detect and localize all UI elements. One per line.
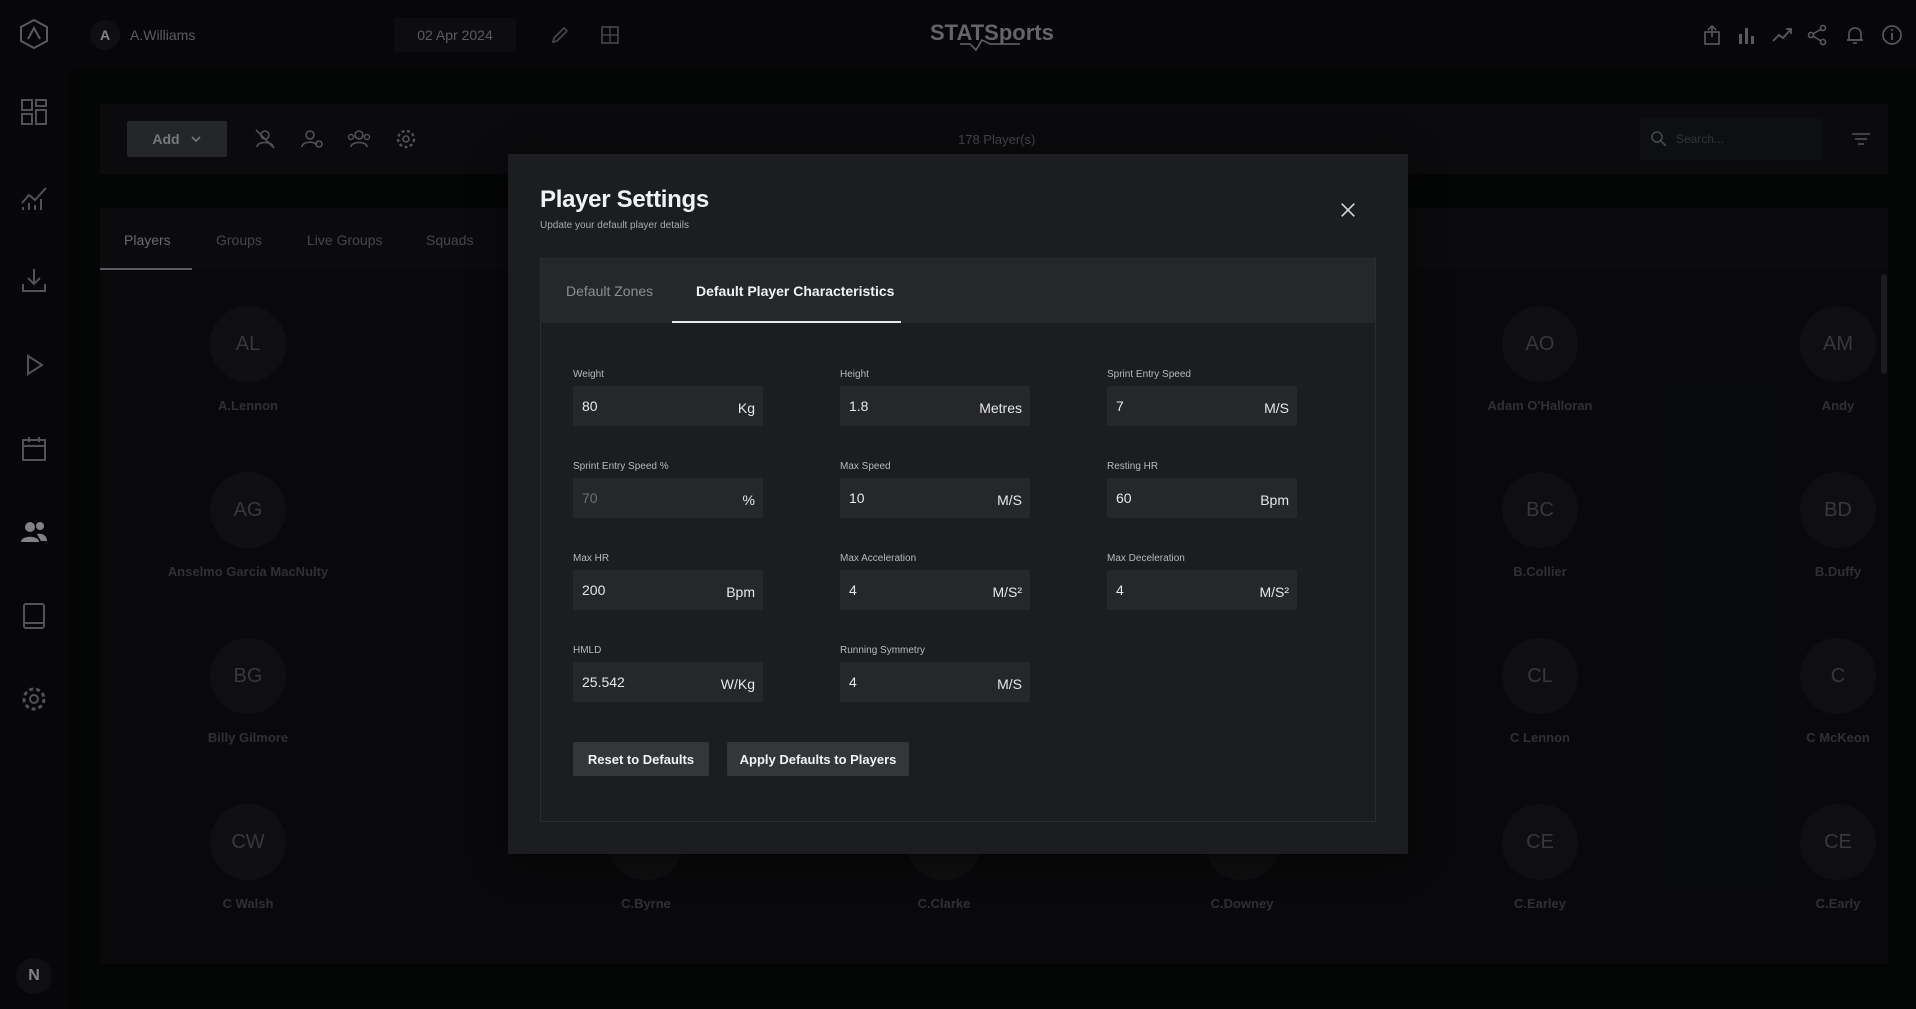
max-acceleration-unit: M/S² bbox=[992, 584, 1022, 600]
modal-subtitle: Update your default player details bbox=[540, 220, 689, 231]
height-field: Height Metres bbox=[840, 369, 1030, 426]
sprint-entry-speed-unit: M/S bbox=[1264, 400, 1289, 416]
height-label: Height bbox=[840, 369, 869, 380]
weight-unit: Kg bbox=[737, 400, 755, 416]
weight-field: Weight Kg bbox=[573, 369, 763, 426]
resting-hr-input[interactable] bbox=[1116, 478, 1236, 518]
sprint-entry-speed-pct-input[interactable] bbox=[582, 478, 702, 518]
max-acceleration-input[interactable] bbox=[849, 570, 969, 610]
running-symmetry-unit: M/S bbox=[997, 676, 1022, 692]
max-deceleration-input[interactable] bbox=[1116, 570, 1236, 610]
player-settings-modal: Player Settings Update your default play… bbox=[508, 154, 1408, 854]
weight-label: Weight bbox=[573, 369, 604, 380]
resting-hr-field: Resting HR Bpm bbox=[1107, 461, 1297, 518]
modal-title: Player Settings bbox=[540, 186, 709, 213]
max-deceleration-label: Max Deceleration bbox=[1107, 553, 1185, 564]
resting-hr-unit: Bpm bbox=[1260, 492, 1289, 508]
sprint-entry-speed-input[interactable] bbox=[1116, 386, 1236, 426]
modal-panel: Default Zones Default Player Characteris… bbox=[540, 258, 1376, 822]
sprint-entry-speed-pct-unit: % bbox=[742, 492, 755, 508]
max-hr-field: Max HR Bpm bbox=[573, 553, 763, 610]
app-root: N A A.Williams 02 Apr 2024 STATSports Ad… bbox=[0, 0, 1916, 1009]
hmld-label: HMLD bbox=[573, 645, 602, 656]
hmld-field: HMLD W/Kg bbox=[573, 645, 763, 702]
running-symmetry-label: Running Symmetry bbox=[840, 645, 926, 656]
apply-defaults-button[interactable]: Apply Defaults to Players bbox=[727, 742, 909, 776]
max-acceleration-label: Max Acceleration bbox=[840, 553, 917, 564]
max-hr-input[interactable] bbox=[582, 570, 702, 610]
hmld-input[interactable] bbox=[582, 662, 702, 702]
max-deceleration-unit: M/S² bbox=[1259, 584, 1289, 600]
resting-hr-label: Resting HR bbox=[1107, 461, 1159, 472]
max-acceleration-field: Max Acceleration M/S² bbox=[840, 553, 1030, 610]
height-unit: Metres bbox=[979, 400, 1022, 416]
running-symmetry-input[interactable] bbox=[849, 662, 969, 702]
sprint-entry-speed-field: Sprint Entry Speed M/S bbox=[1107, 369, 1297, 426]
sprint-entry-speed-label: Sprint Entry Speed bbox=[1107, 369, 1191, 380]
max-speed-field: Max Speed M/S bbox=[840, 461, 1030, 518]
hmld-unit: W/Kg bbox=[720, 676, 755, 692]
max-deceleration-field: Max Deceleration M/S² bbox=[1107, 553, 1297, 610]
height-input[interactable] bbox=[849, 386, 969, 426]
modal-tabs: Default Zones Default Player Characteris… bbox=[541, 259, 1375, 323]
tab-default-zones[interactable]: Default Zones bbox=[566, 259, 653, 323]
running-symmetry-field: Running Symmetry M/S bbox=[840, 645, 1030, 702]
tab-default-player-characteristics[interactable]: Default Player Characteristics bbox=[696, 259, 894, 323]
sprint-entry-speed-pct-field: Sprint Entry Speed % % bbox=[573, 461, 763, 518]
sprint-entry-speed-pct-label: Sprint Entry Speed % bbox=[573, 461, 669, 472]
max-speed-input[interactable] bbox=[849, 478, 969, 518]
max-speed-unit: M/S bbox=[997, 492, 1022, 508]
max-hr-label: Max HR bbox=[573, 553, 610, 564]
modal-active-tab-indicator bbox=[672, 321, 901, 323]
close-icon bbox=[1341, 203, 1355, 217]
max-hr-unit: Bpm bbox=[726, 584, 755, 600]
max-speed-label: Max Speed bbox=[840, 461, 891, 472]
close-button[interactable] bbox=[1334, 196, 1362, 224]
reset-to-defaults-button[interactable]: Reset to Defaults bbox=[573, 742, 709, 776]
weight-input[interactable] bbox=[582, 386, 702, 426]
